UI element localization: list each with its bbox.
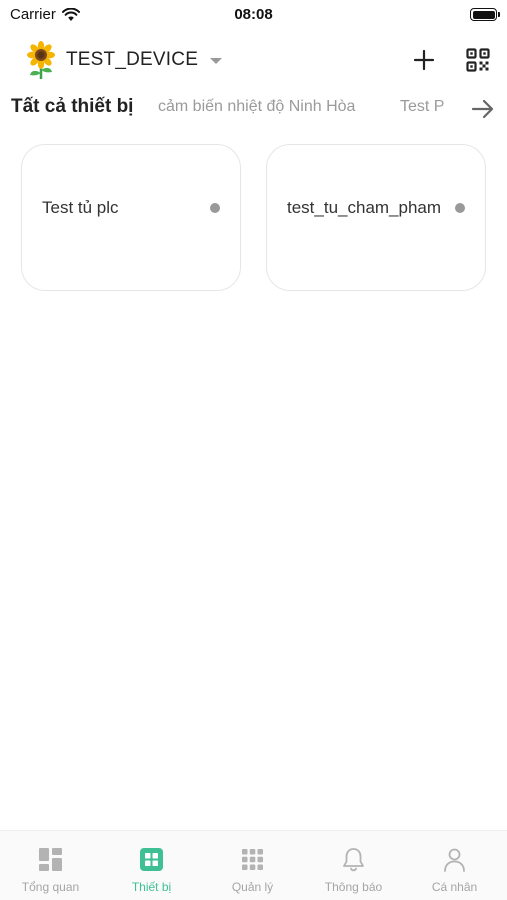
nav-management[interactable]: Quản lý <box>202 831 303 900</box>
person-icon <box>444 848 465 872</box>
device-card[interactable]: test_tu_cham_pham <box>266 144 486 291</box>
bell-icon <box>343 848 364 872</box>
tab-ninh-hoa-sensor[interactable]: cảm biến nhiệt độ Ninh Hòa <box>158 98 355 116</box>
nav-label: Cá nhân <box>431 880 478 894</box>
status-bar: Carrier 08:08 <box>0 0 507 30</box>
nav-notifications[interactable]: Thông báo <box>303 831 404 900</box>
home-name: TEST_DEVICE <box>66 49 199 70</box>
nav-profile[interactable]: Cá nhân <box>404 831 505 900</box>
dashboard-icon <box>39 848 62 871</box>
battery-icon <box>470 8 500 21</box>
device-name: Test tủ plc <box>42 198 119 217</box>
nav-overview[interactable]: Tổng quan <box>0 831 101 900</box>
qr-code-icon[interactable] <box>466 48 490 72</box>
apps-grid-icon <box>242 849 263 870</box>
tab-fade <box>440 94 472 126</box>
nav-label: Tổng quan <box>21 880 80 894</box>
nav-devices[interactable]: Thiết bị <box>101 831 202 900</box>
arrow-right-icon[interactable] <box>470 96 496 122</box>
app-header: TEST_DEVICE <box>0 38 507 82</box>
clock: 08:08 <box>234 6 273 23</box>
device-status-dot <box>210 203 220 213</box>
sunflower-icon <box>27 41 55 79</box>
home-switcher[interactable]: TEST_DEVICE <box>24 40 223 80</box>
device-status-dot <box>455 203 465 213</box>
tab-test-p[interactable]: Test P <box>400 98 444 116</box>
nav-label: Thiết bị <box>131 880 172 894</box>
tab-all-devices[interactable]: Tất cả thiết bị <box>11 96 133 118</box>
add-device-button[interactable] <box>412 48 436 72</box>
nav-label: Quản lý <box>231 880 274 894</box>
device-name: test_tu_cham_pham <box>287 198 442 217</box>
caret-down-icon <box>210 58 223 64</box>
room-tabs: Tất cả thiết bị cảm biến nhiệt độ Ninh H… <box>0 94 507 126</box>
nav-label: Thông báo <box>324 880 383 894</box>
devices-grid-icon <box>140 848 163 871</box>
device-card[interactable]: Test tủ plc <box>21 144 241 291</box>
device-list-screen: Carrier 08:08 TEST_DEVICE Tất cả thiết b… <box>0 0 507 900</box>
bottom-nav: Tổng quan Thiết bị Quản lý Thông báo Cá … <box>0 830 507 900</box>
